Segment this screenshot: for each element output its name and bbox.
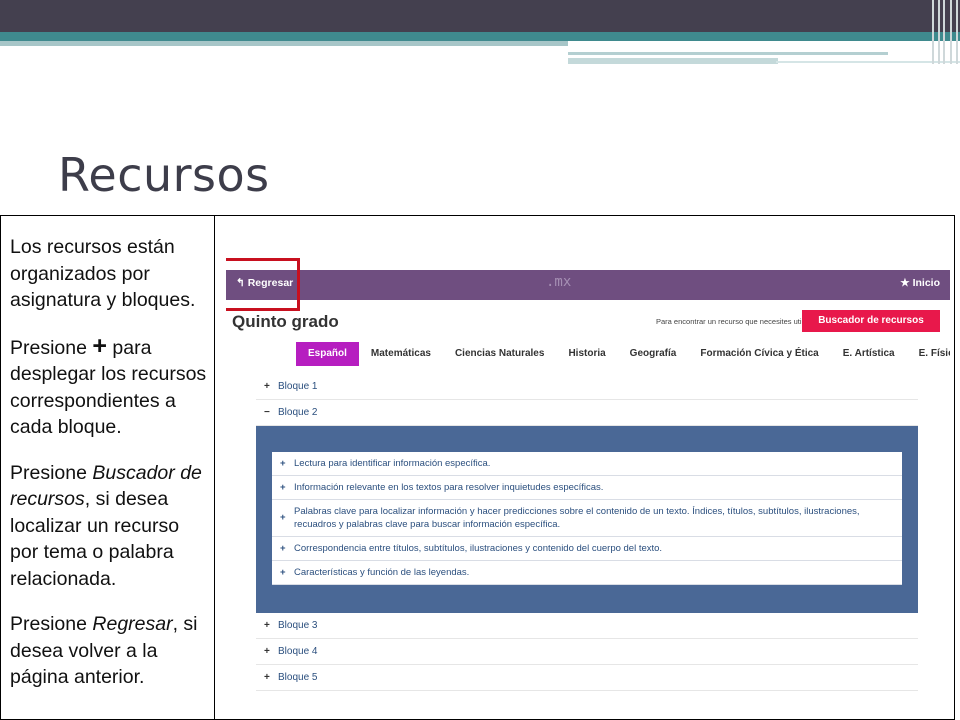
slide-title: Recursos (58, 148, 270, 202)
block-row-5[interactable]: + Bloque 5 (256, 665, 918, 691)
tab-historia[interactable]: Historia (556, 342, 617, 366)
tab-matematicas[interactable]: Matemáticas (359, 342, 443, 366)
slide-deco-line (568, 58, 778, 64)
search-prompt: Para encontrar un recurso que necesites … (656, 317, 821, 326)
website-screenshot: ↰ Regresar .mx ★ Inicio Quinto grado Par… (226, 228, 950, 716)
plus-icon[interactable]: + (280, 481, 286, 494)
resource-item[interactable]: + Información relevante en los textos par… (272, 476, 902, 500)
back-button-highlight (226, 258, 300, 311)
resource-label: Características y función de las leyenda… (294, 567, 470, 578)
resource-search-button[interactable]: Buscador de recursos (802, 310, 940, 332)
resource-item[interactable]: + Palabras clave para localizar informaci… (272, 500, 902, 537)
plus-icon[interactable]: + (280, 457, 286, 470)
instructions-column: Los recursos están organizados por asign… (10, 234, 210, 710)
slide-accent-band-light (0, 41, 570, 46)
slide-deco-line (568, 41, 960, 49)
blocks-accordion: + Bloque 1 − Bloque 2 + Lectura para identi… (256, 374, 918, 691)
minus-icon[interactable]: − (264, 400, 278, 425)
tab-espanol[interactable]: Español (296, 342, 359, 366)
plus-icon[interactable]: + (280, 511, 286, 524)
slide-accent-band (0, 32, 960, 41)
resource-label: Correspondencia entre títulos, subtítulo… (294, 543, 663, 554)
resource-item[interactable]: + Características y función de las leyend… (272, 561, 902, 585)
block-row-4[interactable]: + Bloque 4 (256, 639, 918, 665)
tab-artistica[interactable]: E. Artística (831, 342, 907, 366)
block-label: Bloque 2 (278, 407, 318, 418)
plus-icon[interactable]: + (264, 374, 278, 399)
instruction-organization: Los recursos están organizados por asign… (10, 234, 210, 314)
slide-deco-line (568, 52, 888, 55)
resource-label: Lectura para identificar información esp… (294, 458, 491, 469)
block-2-resources-panel: + Lectura para identificar información es… (256, 426, 918, 613)
home-link[interactable]: ★ Inicio (900, 277, 940, 289)
site-header-bar (226, 270, 950, 300)
plus-icon[interactable]: + (264, 613, 278, 638)
block-row-1[interactable]: + Bloque 1 (256, 374, 918, 400)
tab-geografia[interactable]: Geografía (618, 342, 689, 366)
slide-top-band (0, 0, 960, 32)
instruction-text: Presione (10, 461, 93, 484)
block-label: Bloque 4 (278, 646, 318, 657)
tab-formacion-civica[interactable]: Formación Cívica y Ética (688, 342, 830, 366)
plus-icon[interactable]: + (280, 566, 286, 579)
plus-icon[interactable]: + (264, 639, 278, 664)
column-divider (214, 215, 215, 720)
block-row-2[interactable]: − Bloque 2 (256, 400, 918, 426)
resource-label: Palabras clave para localizar informació… (294, 506, 860, 530)
block-label: Bloque 1 (278, 381, 318, 392)
instruction-expand: Presione + para desplegar los recursos c… (10, 331, 210, 441)
instruction-back: Presione Regresar, si desea volver a la … (10, 611, 210, 691)
plus-icon[interactable]: + (280, 542, 286, 555)
resource-label: Información relevante en los textos para… (294, 482, 604, 493)
site-brand: .mx (546, 274, 572, 290)
subject-tabs: Español Matemáticas Ciencias Naturales H… (296, 342, 950, 366)
tab-fisica[interactable]: E. Física (907, 342, 950, 366)
instruction-text: Presione (10, 336, 93, 359)
instruction-text: Los recursos están organizados por asign… (10, 236, 196, 311)
plus-icon[interactable]: + (264, 665, 278, 690)
instruction-search: Presione Buscador de recursos, si desea … (10, 460, 210, 593)
plus-icon: + (92, 331, 107, 360)
block-row-3[interactable]: + Bloque 3 (256, 613, 918, 639)
instruction-emphasis: Regresar (92, 613, 173, 635)
grade-title: Quinto grado (232, 312, 339, 331)
block-label: Bloque 3 (278, 620, 318, 631)
resource-item[interactable]: + Correspondencia entre títulos, subtítul… (272, 537, 902, 561)
resource-item[interactable]: + Lectura para identificar información es… (272, 452, 902, 476)
slide-deco-bars (928, 0, 960, 64)
block-label: Bloque 5 (278, 672, 318, 683)
instruction-text: Presione (10, 613, 93, 635)
tab-ciencias-naturales[interactable]: Ciencias Naturales (443, 342, 557, 366)
